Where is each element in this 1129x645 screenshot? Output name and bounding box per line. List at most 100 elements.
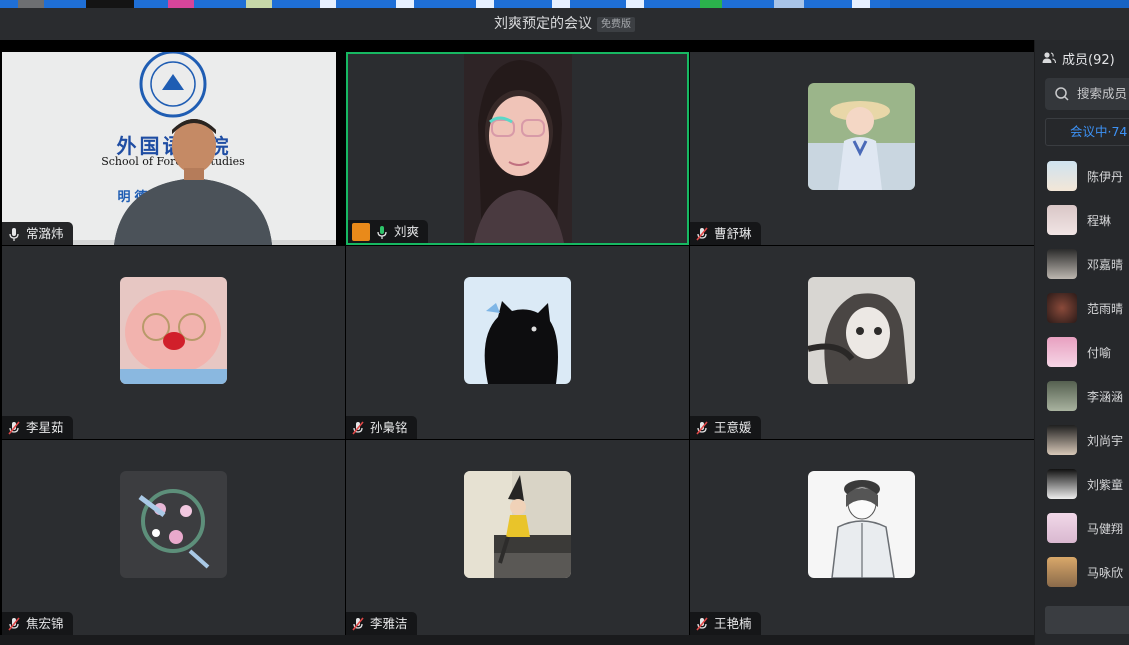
member-list-item[interactable]: 邓嘉晴 xyxy=(1047,249,1123,279)
anime-boy-sketch-avatar xyxy=(808,471,915,578)
member-avatar xyxy=(1047,425,1077,455)
mic-on-icon xyxy=(9,227,19,241)
search-members-input[interactable]: 搜索成员 xyxy=(1045,78,1129,110)
participant-name: 焦宏锦 xyxy=(26,616,64,631)
participant-nametag: 刘爽 xyxy=(348,220,429,243)
member-name: 邓嘉晴 xyxy=(1087,257,1124,272)
video-grid: 外国语学院 School of Foreign Studies 明德 求是 进取… xyxy=(0,40,1034,635)
meeting-title-text: 刘爽预定的会议 xyxy=(494,16,592,32)
video-tile[interactable]: 李星茹 xyxy=(2,246,345,439)
taskbar-app-icon[interactable] xyxy=(18,0,44,8)
taskbar-app-icon[interactable] xyxy=(396,0,414,8)
host-badge-icon xyxy=(352,222,370,241)
video-tile[interactable]: 李雅洁 xyxy=(346,440,689,635)
member-list-item[interactable]: 马健翔 xyxy=(1047,513,1123,543)
member-list-item[interactable]: 范雨晴 xyxy=(1047,293,1123,323)
member-avatar xyxy=(1047,205,1077,235)
member-list-item[interactable]: 陈伊丹 xyxy=(1047,161,1123,191)
taskbar-app-icon[interactable] xyxy=(774,0,804,8)
video-tile[interactable]: 王艳楠 xyxy=(690,440,1034,635)
participant-name: 李雅洁 xyxy=(370,616,408,631)
participant-name: 刘爽 xyxy=(394,224,420,239)
member-list-item[interactable]: 马咏欣 xyxy=(1047,557,1123,587)
member-avatar xyxy=(1047,293,1077,323)
participant-name: 李星茹 xyxy=(26,420,64,435)
pink-plush-duck-avatar xyxy=(120,277,227,384)
video-feed-speaker xyxy=(464,54,572,243)
video-tile[interactable]: 王意媛 xyxy=(690,246,1034,439)
member-avatar xyxy=(1047,249,1077,279)
member-avatar xyxy=(1047,381,1077,411)
video-tile[interactable]: 外国语学院 School of Foreign Studies 明德 求是 进取… xyxy=(2,52,336,245)
meeting-title-bar: 刘爽预定的会议 免费版 xyxy=(0,8,1129,40)
mic-muted-icon xyxy=(352,616,364,631)
member-list-item[interactable]: 程琳 xyxy=(1047,205,1111,235)
participant-name: 王意媛 xyxy=(714,420,752,435)
member-name: 刘尚宇 xyxy=(1087,433,1124,448)
members-header: 成员(92) xyxy=(1042,46,1115,70)
member-avatar xyxy=(1047,469,1077,499)
video-tile[interactable]: 曹舒琳 xyxy=(690,52,1034,245)
mic-muted-icon xyxy=(696,226,708,241)
members-icon xyxy=(1042,52,1056,64)
participant-name: 孙梟铭 xyxy=(370,420,408,435)
member-name: 李涵涵 xyxy=(1087,389,1124,404)
taskbar-app-icon[interactable] xyxy=(246,0,272,8)
video-tile[interactable]: 焦宏锦 xyxy=(2,440,345,635)
participant-nametag: 焦宏锦 xyxy=(2,612,73,635)
participant-nametag: 王意媛 xyxy=(690,416,761,439)
participant-nametag: 王艳楠 xyxy=(690,612,761,635)
anime-girl-sketch-avatar xyxy=(808,277,915,384)
participant-name: 曹舒琳 xyxy=(714,226,752,241)
witch-girl-sitting-avatar xyxy=(464,471,571,578)
video-tile[interactable]: 孙梟铭 xyxy=(346,246,689,439)
participant-nametag: 常潞炜 xyxy=(2,222,73,245)
participant-nametag: 孙梟铭 xyxy=(346,416,417,439)
member-name: 马健翔 xyxy=(1087,521,1124,536)
member-list-item[interactable]: 刘紫童 xyxy=(1047,469,1123,499)
taskbar-app-icon[interactable] xyxy=(476,0,494,8)
participant-nametag: 李雅洁 xyxy=(346,612,417,635)
member-name: 刘紫童 xyxy=(1087,477,1124,492)
meeting-title: 刘爽预定的会议 免费版 xyxy=(0,8,1129,40)
taskbar-app-icon[interactable] xyxy=(86,0,134,8)
mic-muted-icon xyxy=(696,616,708,631)
tab-in-meeting[interactable]: 会议中·74 xyxy=(1045,118,1129,146)
participant-name: 王艳楠 xyxy=(714,616,752,631)
taskbar-app-icon[interactable] xyxy=(852,0,870,8)
os-taskbar-strip xyxy=(0,0,1129,8)
bottom-toolbar-edge xyxy=(0,635,1034,645)
member-avatar xyxy=(1047,513,1077,543)
taskbar-app-icon[interactable] xyxy=(552,0,570,8)
taskbar-app-icon[interactable] xyxy=(700,0,722,8)
member-list-item[interactable]: 李涵涵 xyxy=(1047,381,1123,411)
members-count-label: 成员(92) xyxy=(1062,52,1115,68)
member-avatar xyxy=(1047,161,1077,191)
member-avatar xyxy=(1047,557,1077,587)
taskbar-app-icon[interactable] xyxy=(320,0,336,8)
member-name: 范雨晴 xyxy=(1087,301,1124,316)
floral-illustration-avatar xyxy=(120,471,227,578)
taskbar-app-icon[interactable] xyxy=(168,0,194,8)
mic-muted-icon xyxy=(352,420,364,435)
mute-all-button[interactable]: 全 xyxy=(1045,606,1129,634)
participant-nametag: 曹舒琳 xyxy=(690,222,761,245)
member-list-item[interactable]: 刘尚宇 xyxy=(1047,425,1123,455)
mic-muted-icon xyxy=(8,616,20,631)
member-name: 陈伊丹 xyxy=(1087,169,1124,184)
mic-speaking-icon xyxy=(377,225,387,239)
member-name: 程琳 xyxy=(1087,213,1112,228)
taskbar-edge xyxy=(890,0,1129,8)
taskbar-app-icon[interactable] xyxy=(626,0,644,8)
member-list-item[interactable]: 付喻 xyxy=(1047,337,1111,367)
black-cat-silhouette-avatar xyxy=(464,277,571,384)
mic-muted-icon xyxy=(696,420,708,435)
member-name: 付喻 xyxy=(1087,345,1112,360)
free-edition-badge: 免费版 xyxy=(597,17,635,32)
search-placeholder: 搜索成员 xyxy=(1077,86,1128,101)
video-tile-active-speaker[interactable]: 刘爽 xyxy=(346,52,689,245)
member-name: 马咏欣 xyxy=(1087,565,1124,580)
participant-name: 常潞炜 xyxy=(26,226,64,241)
mic-muted-icon xyxy=(8,420,20,435)
person-overlay xyxy=(114,119,272,245)
